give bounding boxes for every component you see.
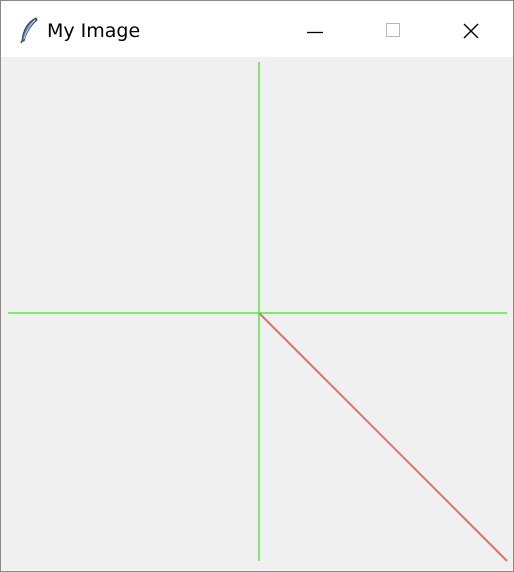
minimize-icon [307,31,323,34]
canvas-svg [1,57,513,571]
maximize-button[interactable] [363,1,421,57]
title-bar[interactable]: My Image [1,1,513,57]
maximize-icon [386,23,400,37]
window-title: My Image [47,20,141,42]
app-window: My Image [0,0,514,572]
close-icon [463,23,479,39]
minimize-button[interactable] [286,1,344,57]
feather-icon [19,17,41,44]
drawing-canvas[interactable] [1,57,513,571]
close-button[interactable] [442,1,500,57]
